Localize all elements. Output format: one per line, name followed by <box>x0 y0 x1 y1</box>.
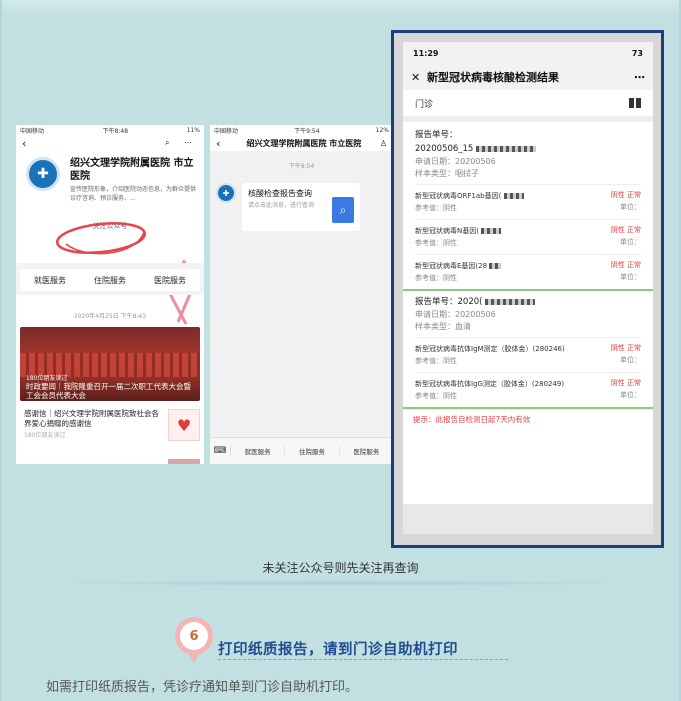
instruction-text: 如需打印纸质报告，凭诊疗通知单到门诊自助机打印。 <box>46 680 359 695</box>
back-icon[interactable]: ‹ <box>22 137 34 150</box>
department-row: 门诊 <box>403 90 653 122</box>
article-item[interactable]: 感谢信｜绍兴文理学院附属医院致社会各界爱心捐赠的感谢信 180位朋友读过 <box>24 409 164 441</box>
bottom-menu-inpatient[interactable]: 住院服务 <box>284 446 338 456</box>
card-desc: 请点击此消息，进行查询 <box>248 202 315 209</box>
post-date: 2020年4月25日 下午8:43 <box>73 313 147 320</box>
validity-tip: 提示：此报告自检测日起7天内有效 <box>403 409 653 429</box>
clock: 下午8:48 <box>102 127 129 135</box>
search-more-icons[interactable]: ⌕ ⋯ <box>165 138 198 148</box>
account-desc: 宣传医院形象，介绍医院动态信息，为群众提供诊疗咨询、预诊服务、... <box>70 186 197 202</box>
step-badge: 6 <box>175 617 213 655</box>
barcode-icon[interactable] <box>629 98 641 108</box>
article-meta: 180位朋友读过 <box>24 432 66 439</box>
message-time: 下午9:54 <box>288 163 315 170</box>
apply-date: 申请日期：20200506 <box>415 310 496 319</box>
test-item: 新型冠状病毒E基因(28 参考值：阴性 阴性 正常 单位： <box>415 254 641 289</box>
step-underline <box>218 659 508 660</box>
redacted-mark <box>476 145 537 152</box>
sample-type: 样本类型：血清 <box>415 322 471 331</box>
sample-type: 样本类型：咽拭子 <box>415 169 479 178</box>
article-title: 感谢信｜绍兴文理学院附属医院致社会各界爱心捐赠的感谢信 <box>24 409 159 428</box>
battery: 12% <box>375 126 389 134</box>
report-1: 报告单号： 20200506_15 申请日期：20200506 样本类型：咽拭子… <box>403 122 653 289</box>
account-name: 绍兴文理学院附属医院 市立医院 <box>70 158 194 182</box>
report-number: 20200506_15 <box>415 142 641 156</box>
next-thumbnail <box>168 459 200 464</box>
department: 门诊 <box>415 99 434 110</box>
profile-icon[interactable]: ♙ <box>380 139 387 148</box>
test-item: 新型冠状病毒N基因( 参考值：阴性 阴性 正常 单位： <box>415 219 641 254</box>
test-item: 新型冠状病毒抗体IgG测定（胶体金）(280249) 参考值：阴性 阴性 正常 … <box>415 372 641 407</box>
caption-underline <box>16 580 665 586</box>
test-item: 新型冠状病毒抗体IgM测定（胶体金）(280246) 参考值：阴性 阴性 正常 … <box>415 337 641 372</box>
screenshot-test-result: 11:29 73 ✕ 新型冠状病毒核酸检测结果 ⋯ 门诊 报告单号： 20200… <box>403 42 653 534</box>
screenshot-chat: 中国移动 下午9:54 12% ‹ 绍兴文理学院附属医院 市立医院 ♙ 下午9:… <box>210 125 393 464</box>
report-number-label: 报告单号： <box>415 130 458 140</box>
screenshot-account-profile: 中国移动 下午8:48 11% ‹ ⌕ ⋯ ✚ 绍兴文理学院附属医院 市立医院 … <box>16 125 204 464</box>
nav-bar: ‹ 绍兴文理学院附属医院 市立医院 ♙ <box>210 135 393 151</box>
step-number: 6 <box>180 622 208 650</box>
banner-headline: 时政要闻｜我院隆重召开一届二次职工代表大会暨工会会员代表大会 <box>26 382 191 400</box>
hospital-logo-icon: ✚ <box>26 157 60 191</box>
close-icon[interactable]: ✕ <box>411 71 427 84</box>
step-title: 打印纸质报告，请到门诊自助机打印 <box>218 642 458 658</box>
read-count: 180位朋友读过 <box>26 375 68 382</box>
nav-bar: ‹ ⌕ ⋯ <box>16 135 204 151</box>
heart-thumbnail-icon: ♥ <box>168 409 200 441</box>
bottom-menu: ⌨ 就医服务 住院服务 医院服务 <box>210 437 393 464</box>
clock: 下午9:54 <box>294 127 320 135</box>
back-icon[interactable]: ‹ <box>216 137 228 150</box>
account-profile: ✚ 绍兴文理学院附属医院 市立医院 宣传医院形象，介绍医院动态信息，为群众提供诊… <box>16 151 204 203</box>
menu-bar: 就医服务 住院服务 医院服务 <box>16 263 204 295</box>
screenshot-caption: 未关注公众号则先关注再查询 <box>262 561 419 575</box>
battery: 11% <box>186 126 200 134</box>
battery: 73 <box>631 48 643 58</box>
page: 中国移动 下午8:48 11% ‹ ⌕ ⋯ ✚ 绍兴文理学院附属医院 市立医院 … <box>0 0 681 701</box>
report-query-card[interactable]: 核酸检查报告查询 请点击此消息，进行查询 ⌕ <box>242 183 360 231</box>
bottom-menu-hospital[interactable]: 医院服务 <box>338 446 393 456</box>
carrier: 中国移动 <box>20 127 45 135</box>
clock: 11:29 <box>413 48 439 58</box>
result-title: 新型冠状病毒核酸检测结果 <box>427 71 559 84</box>
status-bar: 中国移动 下午8:48 11% <box>16 125 204 135</box>
test-item: 新型冠状病毒ORF1ab基因( 参考值：阴性 阴性 正常 单位： <box>415 184 641 219</box>
menu-item-medical[interactable]: 就医服务 <box>34 275 66 286</box>
footer-area <box>403 504 653 534</box>
nav-bar: ✕ 新型冠状病毒核酸检测结果 ⋯ <box>403 64 653 90</box>
document-search-icon: ⌕ <box>332 197 354 223</box>
section-divider <box>403 289 653 291</box>
chat-title: 绍兴文理学院附属医院 市立医院 <box>246 138 362 148</box>
apply-date: 申请日期：20200506 <box>415 157 496 166</box>
left-border <box>0 0 2 701</box>
report-number: 报告单号：2020( <box>415 295 641 309</box>
keyboard-icon[interactable]: ⌨ <box>210 446 230 456</box>
report-2: 报告单号：2020( 申请日期：20200506 样本类型：血清 新型冠状病毒抗… <box>403 295 653 407</box>
menu-item-inpatient[interactable]: 住院服务 <box>94 275 126 286</box>
carrier: 中国移动 <box>214 127 239 135</box>
menu-item-hospital[interactable]: 医院服务 <box>154 275 186 286</box>
top-gradient <box>0 0 681 14</box>
redacted-mark <box>485 298 536 305</box>
more-icon[interactable]: ⋯ <box>634 71 645 84</box>
status-bar: 11:29 73 <box>403 42 653 64</box>
location-pin-icon <box>187 651 201 663</box>
status-bar: 中国移动 下午9:54 12% <box>210 125 393 135</box>
article-banner[interactable]: 180位朋友读过 时政要闻｜我院隆重召开一届二次职工代表大会暨工会会员代表大会 <box>20 327 200 401</box>
hospital-avatar-icon: ✚ <box>216 183 236 203</box>
bottom-menu-medical[interactable]: 就医服务 <box>230 446 284 456</box>
